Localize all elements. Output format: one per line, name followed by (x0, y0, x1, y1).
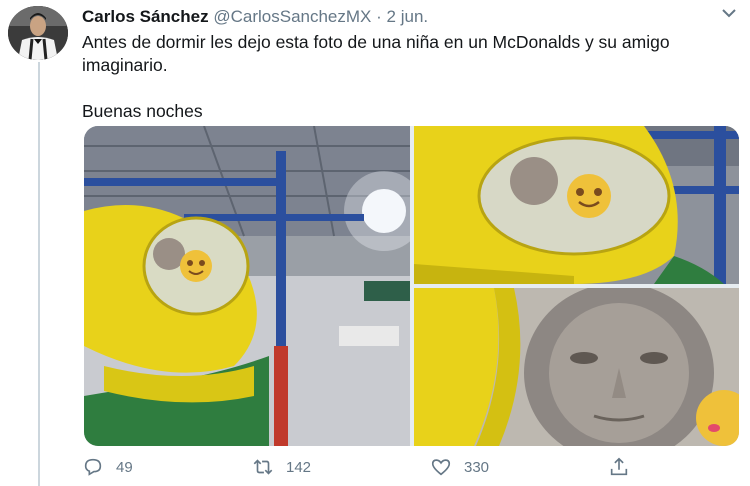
tweet-text-line: Antes de dormir les dejo esta foto de un… (82, 32, 670, 75)
author-handle[interactable]: @CarlosSanchezMX (213, 7, 371, 26)
photo-playplace[interactable] (84, 126, 410, 446)
reply-button[interactable]: 49 (82, 456, 133, 478)
reply-icon (84, 458, 102, 476)
share-button[interactable] (608, 456, 642, 478)
like-button[interactable]: 330 (430, 456, 489, 478)
retweet-count: 142 (286, 458, 312, 476)
avatar-image (8, 6, 68, 60)
tweet-text-line: Buenas noches (82, 101, 203, 121)
author-name[interactable]: Carlos Sánchez (82, 7, 209, 26)
like-count: 330 (464, 458, 490, 476)
retweet-icon (253, 459, 273, 475)
avatar[interactable] (8, 6, 68, 60)
thread-line (38, 62, 40, 486)
chevron-down-icon[interactable] (722, 8, 736, 18)
tweet-date[interactable]: 2 jun. (387, 7, 429, 26)
like-icon (431, 459, 451, 476)
tweet-header: Carlos Sánchez @CarlosSanchezMX · 2 jun. (82, 7, 428, 27)
tweet-actions: 49 142 330 (82, 456, 642, 480)
photo-face-closeup[interactable] (414, 288, 739, 446)
retweet-button[interactable]: 142 (252, 456, 311, 478)
media-grid (84, 126, 739, 446)
reply-count: 49 (116, 458, 133, 476)
separator-dot: · (376, 7, 382, 26)
tweet-text: Antes de dormir les dejo esta foto de un… (82, 31, 732, 123)
share-icon (610, 457, 628, 476)
photo-tube-closeup[interactable] (414, 126, 739, 284)
